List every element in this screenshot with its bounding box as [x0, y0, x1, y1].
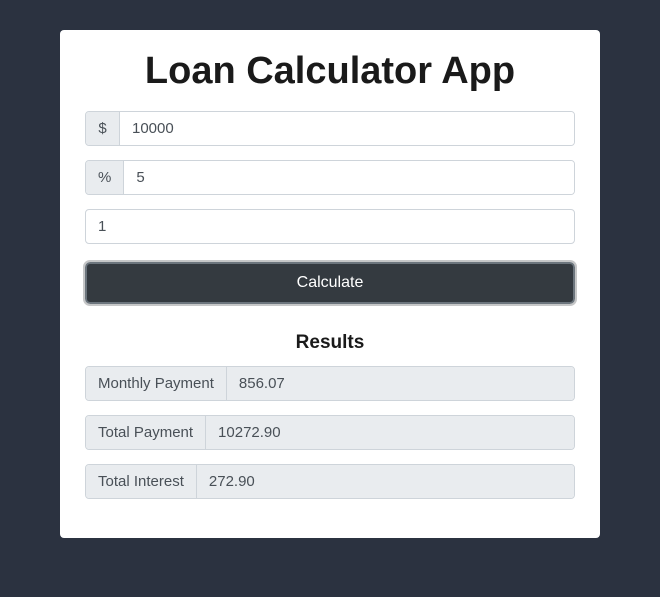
total-payment-label: Total Payment — [86, 416, 206, 449]
loan-calculator-card: Loan Calculator App $ % Calculate Result… — [60, 30, 600, 538]
total-interest-value: 272.90 — [197, 465, 574, 498]
total-interest-row: Total Interest 272.90 — [85, 464, 575, 499]
monthly-payment-row: Monthly Payment 856.07 — [85, 366, 575, 401]
calculate-button[interactable]: Calculate — [85, 262, 575, 304]
total-payment-row: Total Payment 10272.90 — [85, 415, 575, 450]
monthly-payment-label: Monthly Payment — [86, 367, 227, 400]
percent-icon: % — [86, 161, 124, 194]
dollar-icon: $ — [86, 112, 120, 145]
rate-input[interactable] — [124, 161, 574, 194]
monthly-payment-value: 856.07 — [227, 367, 574, 400]
years-input[interactable] — [85, 209, 575, 244]
page-title: Loan Calculator App — [85, 50, 575, 93]
total-payment-value: 10272.90 — [206, 416, 574, 449]
amount-input[interactable] — [120, 112, 574, 145]
results-heading: Results — [85, 332, 575, 354]
total-interest-label: Total Interest — [86, 465, 197, 498]
rate-input-group: % — [85, 160, 575, 195]
amount-input-group: $ — [85, 111, 575, 146]
